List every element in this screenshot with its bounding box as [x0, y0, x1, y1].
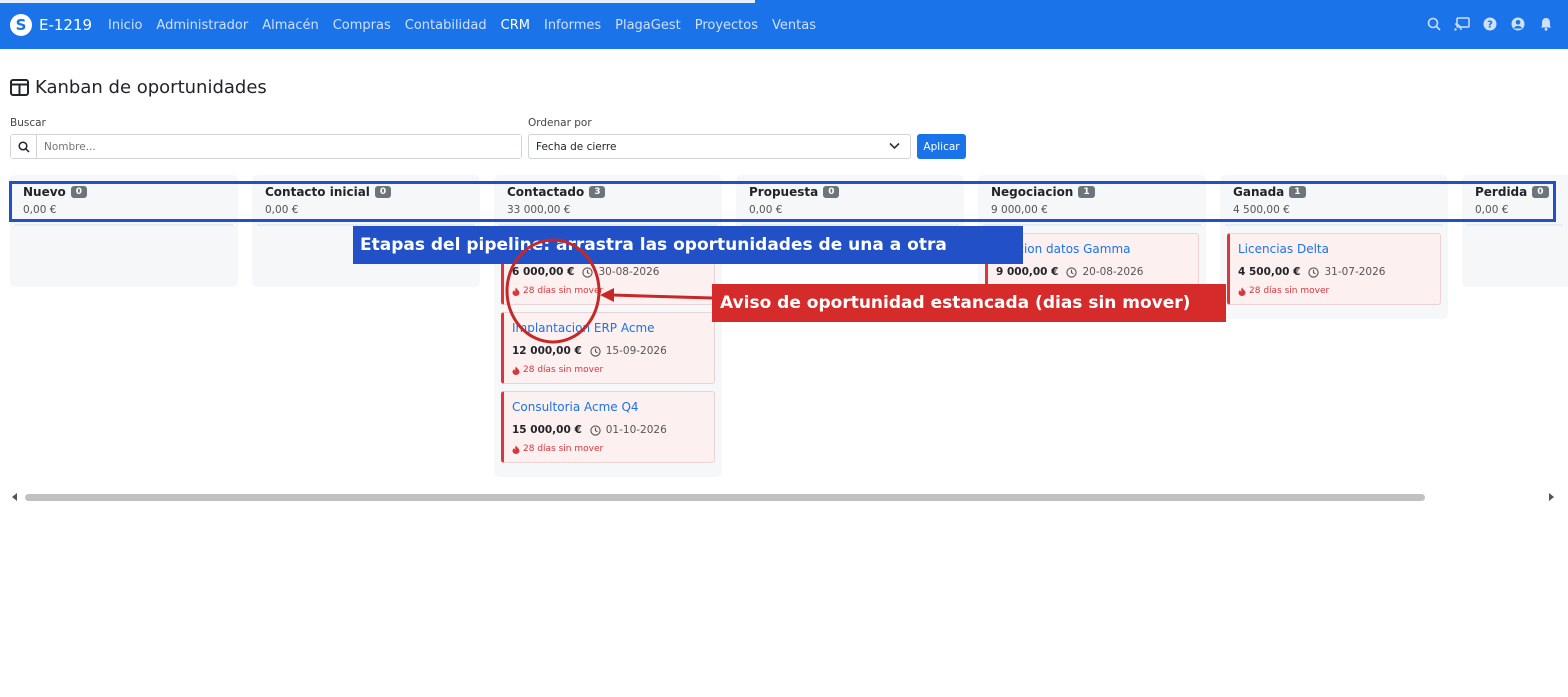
stale-annotation-label: Aviso de oportunidad estancada (dias sin… [712, 284, 1226, 322]
stale-annotation-arrow [505, 238, 713, 344]
